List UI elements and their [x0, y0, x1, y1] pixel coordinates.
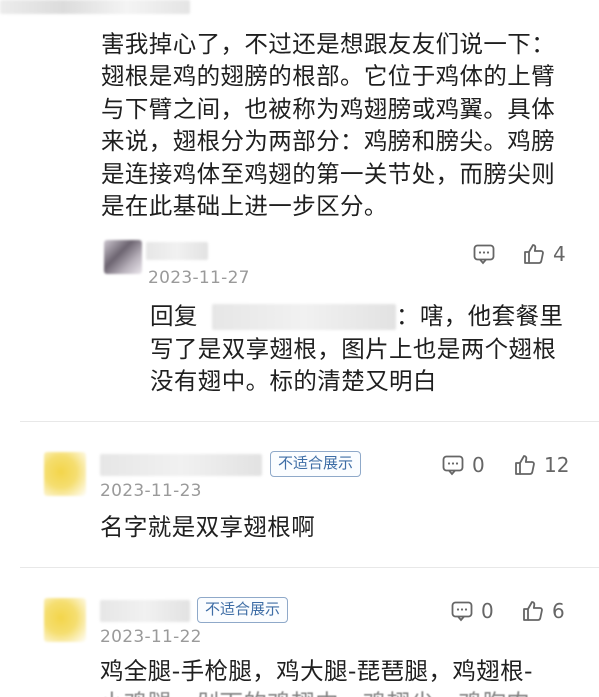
thumbs-up-icon: [524, 244, 544, 264]
reply-target-blurred[interactable]: [212, 304, 396, 330]
divider: [20, 421, 599, 422]
avatar[interactable]: [44, 452, 86, 496]
comment-button[interactable]: 0: [450, 599, 494, 623]
comment-count: 0: [472, 453, 485, 477]
comment-button[interactable]: 0: [441, 453, 485, 477]
comment-1-line: 翅根是鸡的翅膀的根部。它位于鸡体的上臂: [101, 62, 556, 90]
comment-line: 鸡全腿-手枪腿，鸡大腿-琵琶腿，鸡翅根-: [100, 657, 533, 685]
like-count: 12: [544, 453, 570, 477]
comment-icon: [451, 601, 473, 622]
like-button[interactable]: 12: [513, 453, 569, 477]
username-blurred[interactable]: [146, 242, 208, 260]
reply-prefix: 回复: [150, 302, 198, 330]
comment-date: 2023-11-22: [100, 627, 202, 647]
blurred-header: [0, 0, 190, 14]
comment-1-line: 是在此基础上进一步区分。: [101, 192, 388, 220]
comment-button[interactable]: [472, 242, 496, 266]
comment-icon: [473, 244, 495, 265]
thumbs-up-icon: [515, 455, 535, 475]
reply-line: ：嗐，他套餐里: [396, 302, 564, 330]
avatar[interactable]: [104, 240, 142, 274]
comment-1-line: 害我掉心了，不过还是想跟友友们说一下：: [101, 30, 556, 58]
reply-date: 2023-11-27: [148, 268, 250, 288]
reply-line: 写了是双享翅根，图片上也是两个翅根: [150, 335, 557, 363]
like-button[interactable]: 4: [522, 242, 566, 266]
comment-date: 2023-11-23: [100, 481, 202, 501]
comment-icon: [442, 455, 464, 476]
comment-1-line: 与下臂之间，也被称为鸡翅膀或鸡翼。具体: [101, 95, 556, 123]
username-blurred[interactable]: [100, 600, 190, 622]
avatar[interactable]: [44, 598, 86, 642]
comment-1-line: 是连接鸡体至鸡翅的第一关节处，而膀尖则: [101, 160, 556, 188]
like-count: 4: [553, 242, 566, 266]
comment-count: 0: [481, 599, 494, 623]
reply-line: 没有翅中。标的清楚又明白: [150, 367, 437, 395]
comment-1-line: 来说，翅根分为两部分：鸡膀和膀尖。鸡膀: [101, 127, 556, 155]
like-count: 6: [552, 599, 565, 623]
comment-line: 小鸡腿，剁下的鸡翅中，鸡翅尖，鸡胸肉: [100, 687, 530, 697]
comment-text: 名字就是双享翅根啊: [100, 513, 316, 541]
thumbs-up-icon: [523, 601, 543, 621]
like-button[interactable]: 6: [521, 599, 565, 623]
status-badge: 不适合展示: [197, 597, 289, 623]
divider: [20, 567, 599, 568]
username-blurred[interactable]: [100, 454, 262, 476]
status-badge: 不适合展示: [270, 451, 362, 477]
